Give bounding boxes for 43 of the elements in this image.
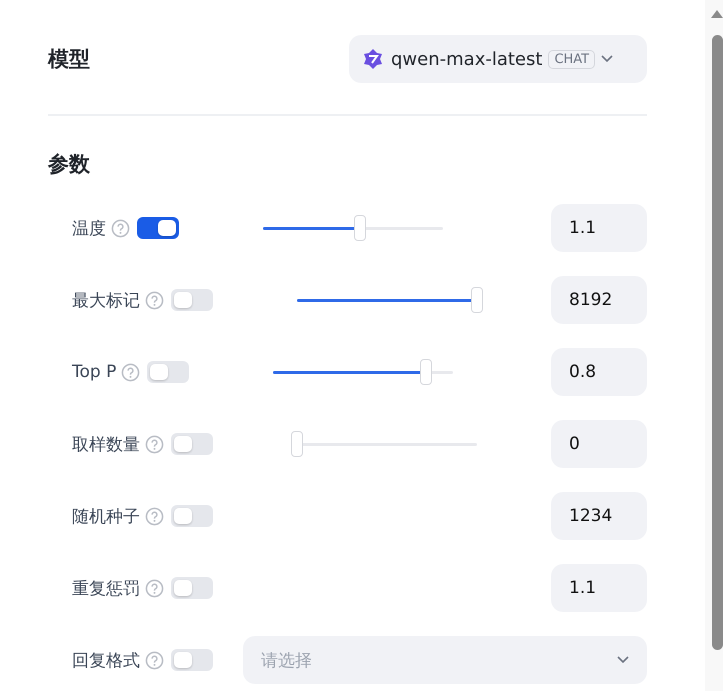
chevron-down-icon: [601, 55, 614, 63]
scrollbar[interactable]: [705, 0, 723, 691]
scroll-up-icon[interactable]: [711, 10, 723, 18]
help-icon[interactable]: [145, 290, 164, 310]
number-field[interactable]: 1.1: [551, 204, 647, 252]
help-icon[interactable]: [111, 218, 130, 238]
number-field[interactable]: 1234: [551, 492, 647, 540]
param-label: Top P: [72, 362, 116, 382]
toggle-switch[interactable]: [137, 217, 179, 239]
toggle-switch[interactable]: [171, 577, 213, 599]
help-icon[interactable]: [121, 362, 140, 382]
slider-thumb[interactable]: [291, 431, 303, 457]
section-heading: 参数: [48, 151, 91, 178]
chevron-down-icon: [617, 656, 629, 664]
model-name: qwen-max-latest: [391, 48, 542, 70]
toggle-switch[interactable]: [171, 289, 213, 311]
scrollbar-thumb[interactable]: [712, 35, 723, 650]
select-placeholder: 请选择: [261, 650, 312, 672]
model-logo-icon: [361, 47, 385, 71]
param-label: 随机种子: [72, 506, 140, 528]
help-icon[interactable]: [145, 506, 164, 526]
param-label: 取样数量: [72, 434, 140, 456]
slider-thumb[interactable]: [354, 215, 366, 241]
param-label: 重复惩罚: [72, 578, 140, 600]
number-field[interactable]: 0: [551, 420, 647, 468]
toggle-switch[interactable]: [147, 361, 190, 383]
param-label: 回复格式: [72, 650, 140, 672]
toggle-switch[interactable]: [171, 433, 213, 455]
toggle-switch[interactable]: [171, 505, 213, 527]
help-icon[interactable]: [145, 650, 164, 670]
number-field[interactable]: 1.1: [551, 564, 647, 612]
number-field[interactable]: 8192: [551, 276, 647, 324]
help-icon[interactable]: [145, 578, 164, 598]
help-icon[interactable]: [145, 434, 164, 454]
param-label: 最大标记: [72, 290, 140, 312]
slider-thumb[interactable]: [420, 359, 432, 385]
param-label: 温度: [72, 218, 106, 240]
section-heading: 模型: [48, 46, 90, 73]
slider-thumb[interactable]: [471, 287, 483, 313]
number-field[interactable]: 0.8: [551, 348, 647, 396]
model-select[interactable]: qwen-max-latest CHAT: [349, 35, 647, 83]
model-tag: CHAT: [548, 50, 596, 68]
toggle-switch[interactable]: [171, 649, 213, 671]
